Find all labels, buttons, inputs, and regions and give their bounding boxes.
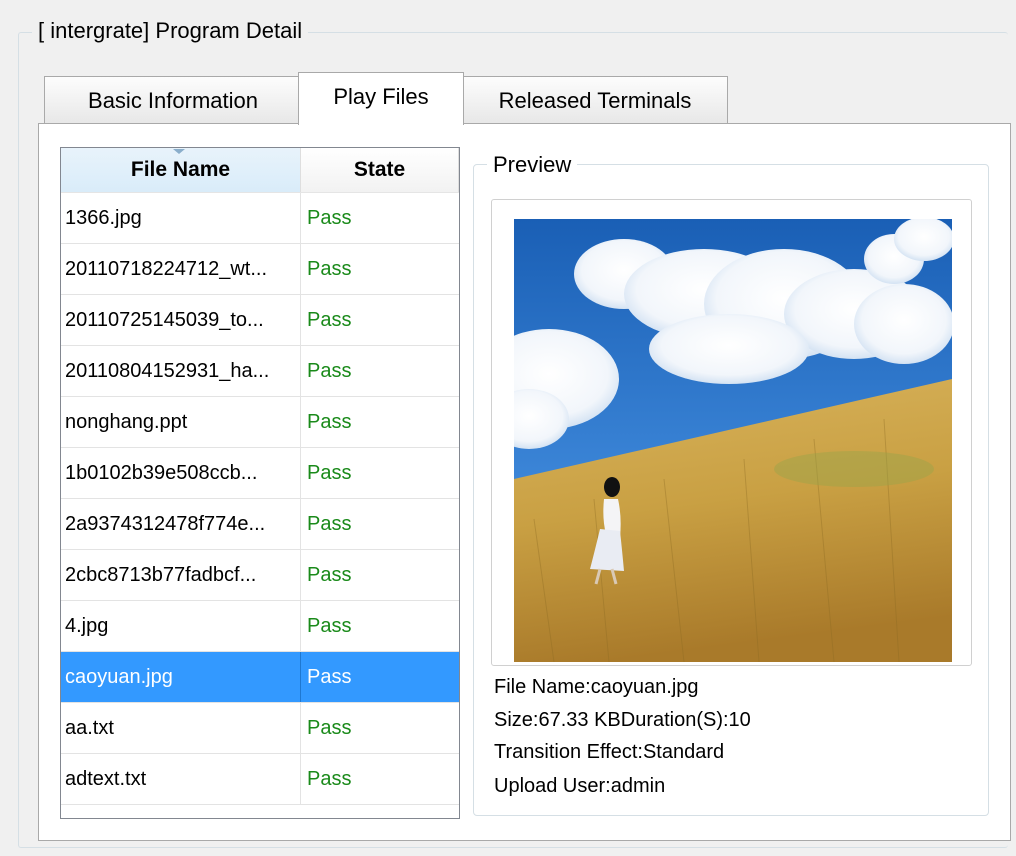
file-name-cell: 1b0102b39e508ccb... [61,448,301,498]
state-cell: Pass [307,462,352,484]
state-cell: Pass [307,513,352,535]
info-upload-user: Upload User:admin [494,775,666,797]
tab-released-terminals[interactable]: Released Terminals [462,76,728,124]
sort-indicator-icon [173,149,185,154]
table-row[interactable]: caoyuan.jpg Pass [61,652,459,703]
column-header-file-name[interactable]: File Name [61,148,301,192]
state-cell: Pass [307,411,352,433]
table-row[interactable]: 20110725145039_to... Pass [61,295,459,346]
file-name-cell: 4.jpg [61,601,301,651]
file-name-cell: caoyuan.jpg [61,652,301,702]
state-cell: Pass [307,564,352,586]
state-cell: Pass [307,360,352,382]
state-cell: Pass [307,309,352,331]
grid-body: 1366.jpg Pass 20110718224712_wt... Pass 2011… [61,193,459,805]
state-cell: Pass [307,768,352,790]
file-name-cell: 2cbc8713b77fadbcf... [61,550,301,600]
table-row[interactable]: 2a9374312478f774e... Pass [61,499,459,550]
file-name-cell: 2a9374312478f774e... [61,499,301,549]
table-row[interactable]: 20110718224712_wt... Pass [61,244,459,295]
table-row[interactable]: adtext.txt Pass [61,754,459,805]
state-cell: Pass [307,666,352,688]
tab-strip: Basic Information Play Files Released Te… [38,72,1016,125]
tab-basic-information[interactable]: Basic Information [44,76,302,124]
grid-header: File Name State [61,148,459,193]
preview-title: Preview [487,150,578,180]
state-cell: Pass [307,258,352,280]
state-cell: Pass [307,717,352,739]
tab-play-files[interactable]: Play Files [298,72,464,125]
state-cell: Pass [307,615,352,637]
file-name-cell: 20110725145039_to... [61,295,301,345]
file-grid[interactable]: File Name State 1366.jpg Pass 201107182247… [60,147,460,819]
info-size-duration: Size:67.33 KBDuration(S):10 [494,709,751,731]
preview-image [514,219,952,662]
column-header-state[interactable]: State [301,148,459,192]
file-name-cell: 1366.jpg [61,193,301,243]
table-row[interactable]: 1b0102b39e508ccb... Pass [61,448,459,499]
file-name-cell: aa.txt [61,703,301,753]
table-row[interactable]: 20110804152931_ha... Pass [61,346,459,397]
file-name-cell: nonghang.ppt [61,397,301,447]
file-name-cell: 20110804152931_ha... [61,346,301,396]
table-row[interactable]: 1366.jpg Pass [61,193,459,244]
info-file-name: File Name:caoyuan.jpg [494,676,699,698]
info-transition-effect: Transition Effect:Standard [494,741,725,763]
play-files-panel: File Name State 1366.jpg Pass 201107182247… [38,123,1011,841]
column-header-file-name-label: File Name [130,158,231,181]
file-name-cell: adtext.txt [61,754,301,804]
group-title: [ intergrate] Program Detail [32,16,309,46]
table-row[interactable]: 4.jpg Pass [61,601,459,652]
table-row[interactable]: 2cbc8713b77fadbcf... Pass [61,550,459,601]
file-name-cell: 20110718224712_wt... [61,244,301,294]
table-row[interactable]: nonghang.ppt Pass [61,397,459,448]
table-row[interactable]: aa.txt Pass [61,703,459,754]
state-cell: Pass [307,207,352,229]
